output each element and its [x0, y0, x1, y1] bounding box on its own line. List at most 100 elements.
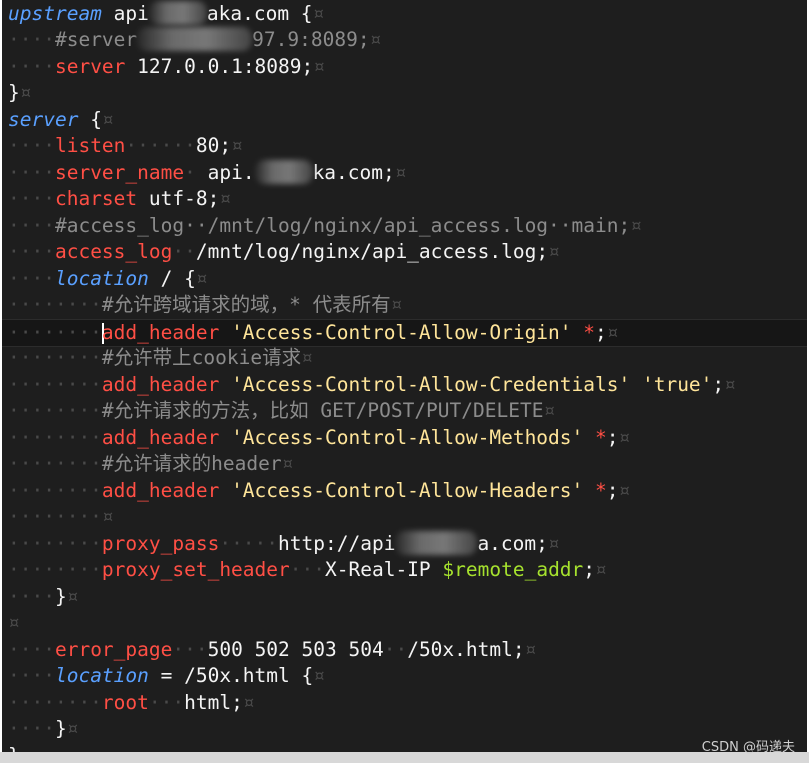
whitespace-marker: ¤	[231, 134, 243, 157]
horizontal-scrollbar[interactable]	[0, 752, 809, 763]
directive-token: error_page	[54, 637, 173, 661]
code-line[interactable]: ····access_log··/mnt/log/nginx/api_acces…	[8, 239, 560, 266]
indent-marker: ········	[8, 399, 102, 422]
string-token: 'true'	[630, 372, 713, 396]
comment-token: #允许请求的header	[101, 452, 282, 475]
text-token: 127.0.0.1:8089;	[125, 54, 314, 78]
code-line[interactable]: ····#server 97.9:8089;¤	[8, 27, 381, 54]
code-editor[interactable]: upstream api aka.com {¤ ····#server 97.9:80…	[2, 0, 807, 752]
indent-marker: ········	[8, 425, 102, 449]
text-token: / {	[148, 266, 196, 290]
whitespace-marker: ¤	[281, 452, 294, 475]
text-token: {	[78, 107, 102, 131]
whitespace-marker: ¤	[369, 28, 382, 51]
comment-token: #access_log··/mnt/log/nginx/api_access.l…	[54, 213, 631, 237]
text-token: html;	[184, 690, 243, 714]
whitespace-marker: ······	[125, 134, 196, 157]
string-token: 'Access-Control-Allow-Methods'	[219, 425, 584, 449]
code-line[interactable]: ····server_name· api. ka.com;¤	[8, 159, 407, 187]
directive-token: *	[583, 478, 607, 502]
comment-token: #server	[54, 28, 138, 51]
code-line[interactable]: }¤	[8, 80, 32, 107]
code-line[interactable]: ····location / {¤	[8, 266, 208, 293]
code-line[interactable]: ········proxy_pass·····http://api a.com;¤	[8, 530, 560, 558]
text-token: ;	[583, 558, 596, 581]
indent-marker: ········	[8, 690, 102, 714]
text-token: a.com;	[477, 531, 548, 555]
indent-marker: ····	[8, 240, 55, 263]
directive-token: access_log	[54, 240, 173, 263]
indent-marker: ····	[8, 134, 55, 157]
code-line[interactable]: ········add_header 'Access-Control-Allow…	[8, 372, 736, 399]
code-line[interactable]: ¤	[8, 610, 20, 637]
text-token: X-Real-IP	[325, 558, 443, 581]
whitespace-marker: ··	[172, 240, 196, 263]
code-line[interactable]: ········#允许带上cookie请求¤	[8, 345, 313, 372]
directive-token: charset	[54, 187, 138, 210]
code-line[interactable]: ········proxy_set_header···X-Real-IP $re…	[8, 557, 607, 584]
code-line[interactable]: ········#允许请求的header¤	[8, 451, 293, 478]
indent-marker: ········	[8, 346, 102, 369]
code-line[interactable]: ········root···html;¤	[8, 690, 255, 717]
whitespace-marker: ¤	[312, 1, 325, 25]
indent-marker: ····	[8, 28, 55, 51]
text-token: aka.com {	[206, 1, 313, 25]
directive-token: add_header	[101, 372, 220, 396]
text-token: }	[54, 584, 67, 608]
text-token: }	[8, 81, 20, 104]
text-token: /mnt/log/nginx/api_access.log;	[195, 240, 549, 263]
indent-marker: ····	[8, 584, 55, 608]
whitespace-marker: ···	[172, 637, 208, 661]
whitespace-marker: ¤	[313, 54, 326, 78]
code-line[interactable]: ····error_page···500 502 503 504··/50x.h…	[8, 637, 536, 664]
text-token: }	[54, 717, 67, 740]
code-line[interactable]: ····}¤	[8, 716, 78, 743]
whitespace-marker: ¤	[543, 399, 556, 422]
text-token: = /50x.html {	[148, 664, 314, 687]
code-line[interactable]: ····}¤	[8, 584, 78, 611]
whitespace-marker: ¤	[66, 717, 79, 740]
indent-marker: ········	[8, 372, 102, 396]
keyword-token: location	[54, 664, 149, 687]
code-line[interactable]: ········add_header 'Access-Control-Allow…	[2, 318, 807, 347]
code-line[interactable]: }	[8, 743, 20, 753]
keyword-token: location	[54, 266, 149, 290]
code-line[interactable]: ········#允许请求的方法，比如 GET/POST/PUT/DELETE¤	[8, 398, 555, 425]
whitespace-marker: ···	[289, 558, 325, 581]
indent-marker: ········	[8, 558, 102, 581]
directive-token: server_name	[54, 160, 185, 184]
whitespace-marker: ¤	[242, 690, 255, 714]
code-line[interactable]: ····charset utf-8;¤	[8, 186, 231, 213]
directive-token: *	[571, 320, 596, 344]
whitespace-marker: ·····	[219, 531, 279, 555]
code-line[interactable]: ········add_header 'Access-Control-Allow…	[8, 478, 630, 505]
whitespace-marker: ¤	[390, 293, 403, 316]
text-token: 80;	[195, 134, 232, 157]
code-line[interactable]: ········#允许跨域请求的域，* 代表所有¤	[8, 292, 402, 319]
text-token: /50x.html;	[407, 637, 525, 661]
string-token: 'Access-Control-Allow-Headers'	[219, 478, 584, 502]
directive-token: root	[101, 690, 149, 714]
code-line[interactable]: ········¤	[8, 504, 114, 531]
code-line[interactable]: ····listen······80;¤	[8, 133, 243, 160]
indent-marker: ········	[8, 505, 102, 528]
code-line[interactable]: upstream api aka.com {¤	[8, 0, 325, 28]
code-line[interactable]: server {¤	[8, 107, 114, 134]
whitespace-marker: ¤	[606, 320, 619, 344]
whitespace-marker: ¤	[219, 187, 232, 210]
keyword-token: server	[8, 107, 79, 131]
code-line[interactable]: ····#access_log··/mnt/log/nginx/api_acce…	[8, 213, 642, 240]
indent-marker: ····	[8, 213, 55, 237]
directive-token: add_header	[101, 478, 220, 502]
text-token: ;	[595, 320, 607, 344]
text-token: api	[101, 1, 149, 25]
whitespace-marker: ¤	[313, 664, 326, 687]
whitespace-marker: ¤	[618, 425, 631, 449]
text-token: ;	[712, 372, 725, 396]
code-line[interactable]: ····server 127.0.0.1:8089;¤	[8, 54, 325, 81]
text-token: utf-8;	[137, 187, 220, 210]
code-line[interactable]: ········add_header 'Access-Control-Allow…	[8, 425, 630, 452]
indent-marker: ····	[8, 187, 55, 210]
comment-token: 97.9:8089;	[252, 28, 370, 51]
code-line[interactable]: ····location = /50x.html {¤	[8, 663, 325, 690]
